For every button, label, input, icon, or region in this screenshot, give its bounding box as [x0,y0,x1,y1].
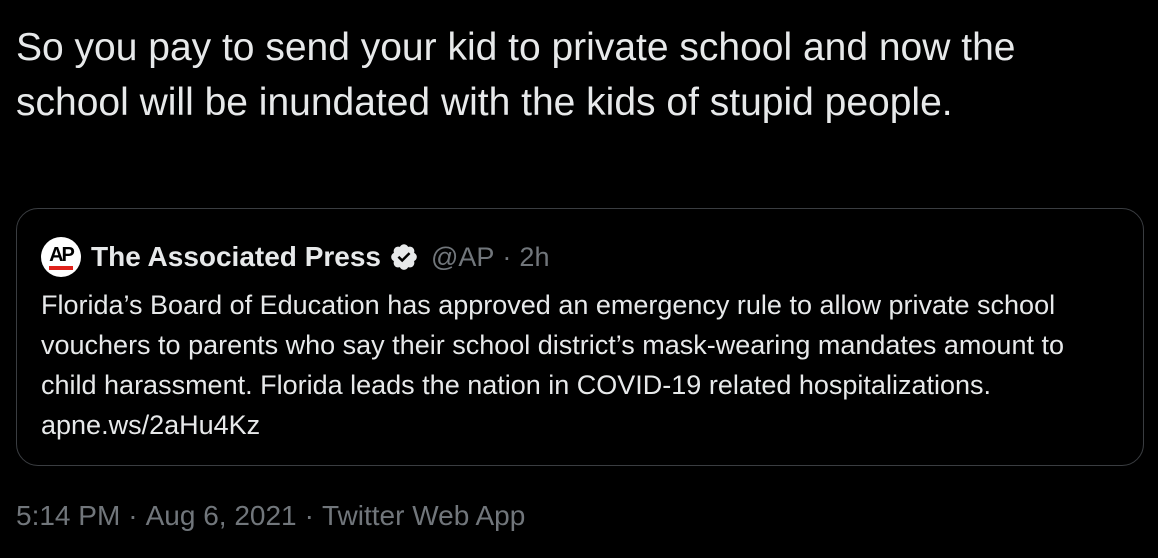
quoted-tweet-text: Florida’s Board of Education has approve… [41,290,1064,400]
tweet-date[interactable]: Aug 6, 2021 [146,500,297,532]
tweet-source-link[interactable]: Twitter Web App [322,500,525,532]
meta-separator: · [128,500,138,531]
avatar-letters: AP [49,243,75,266]
quoted-tweet-body: Florida’s Board of Education has approve… [41,285,1121,445]
ap-logo-icon[interactable]: AP [41,237,81,277]
quoted-tweet-card[interactable]: AP The Associated Press @AP · 2h Florida… [16,208,1144,466]
tweet-metadata: 5:14 PM · Aug 6, 2021 · Twitter Web App [16,500,525,532]
verified-badge-icon [391,244,417,270]
quoted-tweet-time[interactable]: 2h [519,242,549,273]
quoted-author-name[interactable]: The Associated Press [91,241,381,273]
quoted-tweet-header: AP The Associated Press @AP · 2h [41,237,549,277]
tweet-text: So you pay to send your kid to private s… [16,26,1016,124]
avatar-red-bar [49,266,73,270]
header-separator: · [502,241,512,272]
tweet-time[interactable]: 5:14 PM [16,500,120,532]
meta-separator: · [304,500,314,531]
quoted-tweet-link[interactable]: apne.ws/2aHu4Kz [41,410,260,440]
quoted-author-handle[interactable]: @AP [431,242,494,273]
